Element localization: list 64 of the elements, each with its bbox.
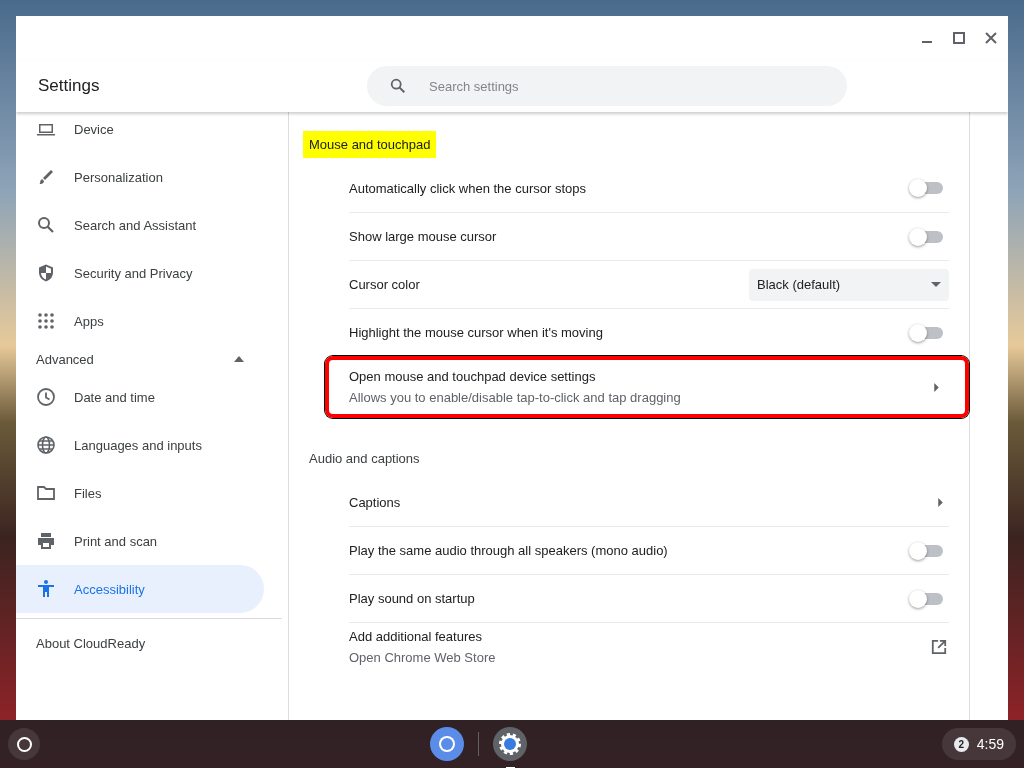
toggle-switch[interactable] [911,592,943,605]
close-icon[interactable] [984,31,998,45]
chevron-right-icon [938,497,943,507]
folder-icon [36,483,56,503]
toggle-switch[interactable] [911,326,943,339]
grid-icon [36,311,56,331]
sidebar-item[interactable]: Date and time [16,373,264,421]
sidebar-item[interactable]: Security and Privacy [16,249,264,297]
setting-row[interactable]: Captions [349,478,949,526]
advanced-toggle[interactable]: Advanced [16,345,264,373]
external-link-icon [931,638,947,655]
setting-row[interactable]: Play sound on startup [349,574,949,622]
search-field[interactable]: Search settings [367,66,847,106]
setting-label: Open mouse and touchpad device settings [349,369,597,384]
sidebar-item[interactable]: Personalization [16,153,264,201]
sidebar-item[interactable]: Device [16,112,264,153]
setting-description: Allows you to enable/disable tap-to-click and tap dragging [349,390,681,405]
sidebar-item[interactable]: Accessibility [16,565,264,613]
about-link[interactable]: About CloudReady [16,624,166,663]
caret-icon [234,356,244,362]
chevron-right-icon [934,382,939,392]
setting-label: Play sound on startup [349,591,475,606]
browser-icon[interactable] [430,727,464,761]
accessibility-icon [36,579,56,599]
setting-label: Show large mouse cursor [349,229,497,244]
sidebar-item[interactable]: Apps [16,297,264,345]
setting-row[interactable]: Automatically click when the cursor stops [349,164,949,212]
cursor-color-dropdown[interactable]: Black (default) [749,268,949,301]
clock-time: 4:59 [976,736,1004,752]
printer-icon [36,531,56,551]
status-area[interactable]: 2 4:59 [941,728,1016,760]
maximize-icon[interactable] [952,31,966,45]
toggle-switch[interactable] [911,230,943,243]
setting-label: Add additional features [349,628,483,644]
setting-row[interactable]: Open mouse and touchpad device settings Allows you to enable/disable tap-to-click and tap dragging [325,356,969,418]
setting-row[interactable]: Show large mouse cursor [349,212,949,260]
dropdown-arrow-icon [931,282,941,287]
sidebar-item[interactable]: Files [16,469,264,517]
setting-row[interactable]: Play the same audio through all speakers (mono audio) [349,526,949,574]
sidebar-item[interactable]: Print and scan [16,517,264,565]
section-title: Mouse and touchpad [303,130,437,158]
sidebar-item[interactable]: Search and Assistant [16,201,264,249]
search-icon [36,215,56,235]
search-icon [389,77,407,95]
setting-row[interactable]: Add additional features Open Chrome Web Store [349,622,949,670]
shield-icon [36,263,56,283]
launcher-button[interactable] [8,728,40,760]
setting-row[interactable]: Highlight the mouse cursor when it's moving [349,308,949,356]
clock-icon [36,387,56,407]
settings-icon[interactable] [493,727,527,761]
section-title: Audio and captions [308,449,421,468]
globe-icon [36,435,56,455]
sidebar-item[interactable]: Languages and inputs [16,421,264,469]
toggle-switch[interactable] [911,182,943,194]
notification-count: 2 [953,736,969,752]
setting-label: Cursor color [349,277,420,292]
setting-description: Open Chrome Web Store [349,649,496,665]
setting-label: Play the same audio through all speakers (mono audio) [349,543,668,558]
setting-row[interactable]: Cursor color Black (default) [349,260,949,308]
toggle-switch[interactable] [911,544,943,557]
window-title: Settings [37,76,101,96]
setting-label: Captions [349,494,401,510]
setting-label: Automatically click when the cursor stops [349,180,586,196]
setting-label: Highlight the mouse cursor when it's moving [349,325,603,340]
